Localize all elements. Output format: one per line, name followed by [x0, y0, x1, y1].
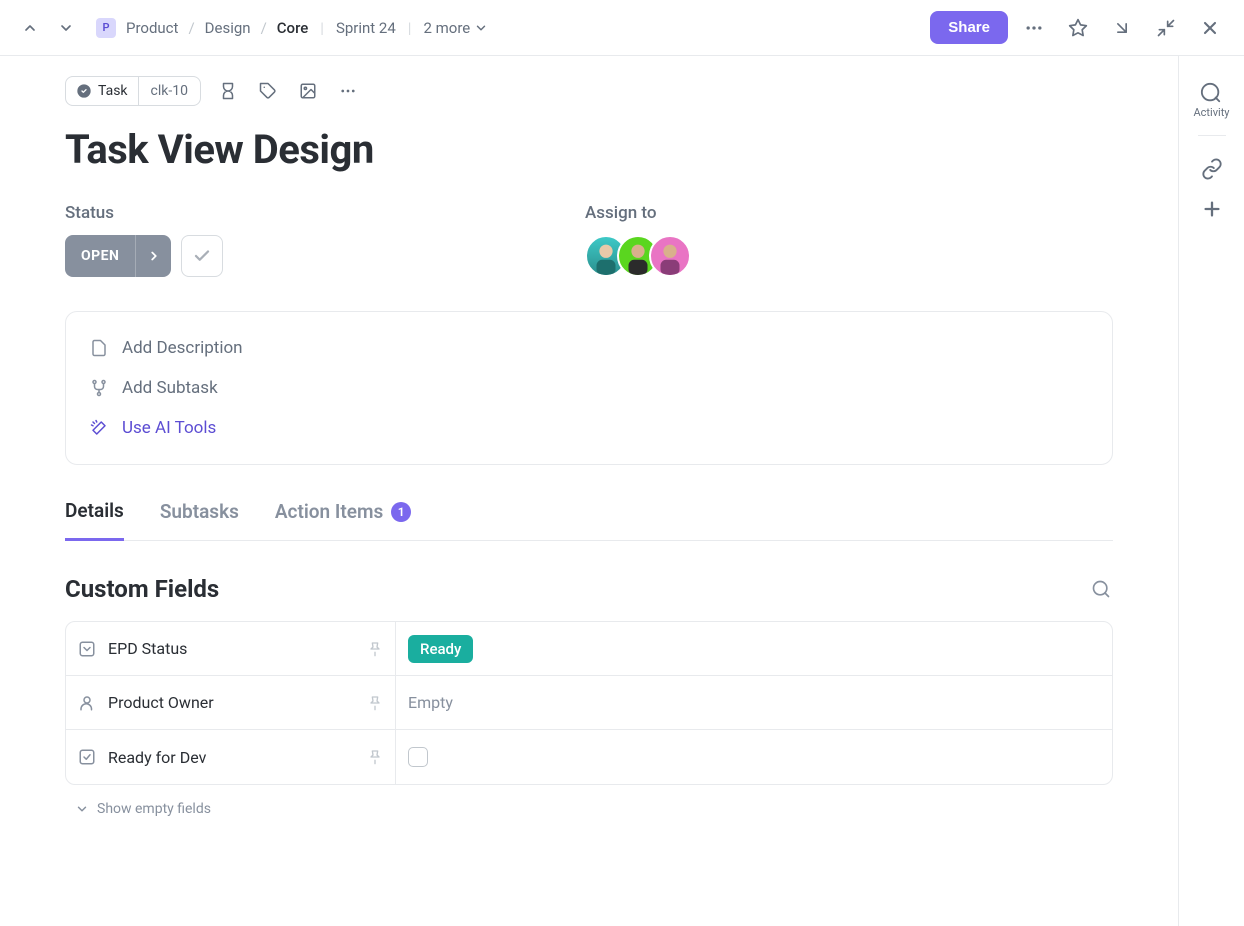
close-button[interactable] [1192, 10, 1228, 46]
rail-divider [1198, 135, 1226, 136]
custom-fields-title: Custom Fields [65, 575, 219, 603]
right-rail: Activity [1179, 56, 1244, 926]
add-subtask-label: Add Subtask [122, 378, 218, 398]
link-icon [1201, 158, 1223, 180]
breadcrumb-sprint[interactable]: Sprint 24 [336, 19, 396, 37]
tabs: Details Subtasks Action Items 1 [65, 499, 1113, 541]
chevron-down-icon [75, 802, 89, 816]
custom-fields-table: EPD Status Ready Produc [65, 621, 1113, 785]
custom-field-value-text: Empty [408, 693, 453, 712]
show-empty-label: Show empty fields [97, 801, 211, 817]
document-icon [90, 338, 108, 358]
tag-icon[interactable] [255, 78, 281, 104]
breadcrumb-more-label: 2 more [423, 19, 470, 37]
tab-subtasks[interactable]: Subtasks [160, 499, 239, 540]
custom-field-row: Product Owner Empty [66, 676, 1112, 730]
chip-more-icon[interactable] [335, 78, 361, 104]
breadcrumb-sep: / [188, 19, 194, 37]
project-badge: P [96, 18, 116, 38]
plus-icon [1201, 198, 1223, 220]
nav-up-button[interactable] [16, 14, 44, 42]
status-label: Status [65, 203, 525, 223]
share-button[interactable]: Share [930, 11, 1008, 44]
pin-field-button[interactable] [367, 695, 383, 711]
dropdown-field-icon [78, 640, 96, 658]
collapse-button[interactable] [1148, 10, 1184, 46]
add-description-button[interactable]: Add Description [90, 328, 1088, 368]
time-tracking-icon[interactable] [215, 78, 241, 104]
download-button[interactable] [1104, 10, 1140, 46]
tab-action-items-count: 1 [391, 502, 411, 522]
check-circle-icon [76, 83, 92, 99]
custom-fields-search-button[interactable] [1089, 577, 1113, 601]
more-options-button[interactable] [1016, 10, 1052, 46]
copy-link-button[interactable] [1201, 152, 1223, 186]
pin-field-button[interactable] [367, 749, 383, 765]
breadcrumb-sep: / [261, 19, 267, 37]
avatar-3[interactable] [649, 235, 691, 277]
custom-field-label: EPD Status [108, 639, 187, 658]
breadcrumb-design[interactable]: Design [205, 19, 251, 37]
favorite-button[interactable] [1060, 10, 1096, 46]
ai-tools-button[interactable]: Use AI Tools [90, 408, 1088, 448]
breadcrumb-divider: | [320, 19, 324, 37]
custom-field-label: Ready for Dev [108, 748, 206, 767]
breadcrumb-core[interactable]: Core [277, 19, 309, 37]
comment-icon [1200, 82, 1222, 104]
custom-field-value[interactable] [396, 730, 1112, 784]
user-field-icon [78, 694, 96, 712]
status-ready-badge: Ready [408, 635, 473, 663]
quick-actions: Add Description Add Subtask Use AI Tools [65, 311, 1113, 465]
nav-down-button[interactable] [52, 14, 80, 42]
add-subtask-button[interactable]: Add Subtask [90, 368, 1088, 408]
task-title[interactable]: Task View Design [65, 126, 1113, 173]
tab-action-items-label: Action Items [275, 500, 383, 523]
breadcrumb: P Product / Design / Core | Sprint 24 | … [96, 18, 488, 38]
custom-field-value[interactable]: Empty [396, 676, 1112, 729]
image-icon[interactable] [295, 78, 321, 104]
breadcrumb-more[interactable]: 2 more [423, 19, 488, 37]
topbar: P Product / Design / Core | Sprint 24 | … [0, 0, 1244, 56]
task-id-label: clk-10 [139, 77, 200, 105]
main-content: Task clk-10 Task View Design [0, 56, 1179, 926]
activity-button[interactable]: Activity [1193, 76, 1229, 125]
status-button[interactable]: OPEN [65, 235, 171, 277]
status-value: OPEN [65, 235, 135, 277]
custom-field-value[interactable]: Ready [396, 622, 1112, 675]
ai-tools-label: Use AI Tools [122, 418, 216, 438]
custom-field-row: Ready for Dev [66, 730, 1112, 784]
task-chip-row: Task clk-10 [65, 76, 1113, 106]
task-type-label: Task [98, 83, 128, 99]
magic-wand-icon [90, 418, 108, 438]
show-empty-fields-button[interactable]: Show empty fields [65, 801, 1113, 817]
ready-for-dev-checkbox[interactable] [408, 747, 428, 767]
task-type-chip[interactable]: Task clk-10 [65, 76, 201, 106]
add-description-label: Add Description [122, 338, 243, 358]
breadcrumb-product[interactable]: Product [126, 19, 178, 37]
breadcrumb-divider: | [408, 19, 412, 37]
tab-details[interactable]: Details [65, 499, 124, 541]
add-panel-button[interactable] [1201, 192, 1223, 226]
pin-field-button[interactable] [367, 641, 383, 657]
checkbox-field-icon [78, 748, 96, 766]
git-branch-icon [90, 378, 108, 398]
assign-label: Assign to [585, 203, 1113, 223]
activity-label: Activity [1193, 106, 1229, 119]
tab-action-items[interactable]: Action Items 1 [275, 499, 411, 540]
status-next-button[interactable] [135, 235, 171, 277]
assignees[interactable] [585, 235, 1113, 277]
mark-complete-button[interactable] [181, 235, 223, 277]
custom-field-label: Product Owner [108, 693, 214, 712]
custom-field-row: EPD Status Ready [66, 622, 1112, 676]
